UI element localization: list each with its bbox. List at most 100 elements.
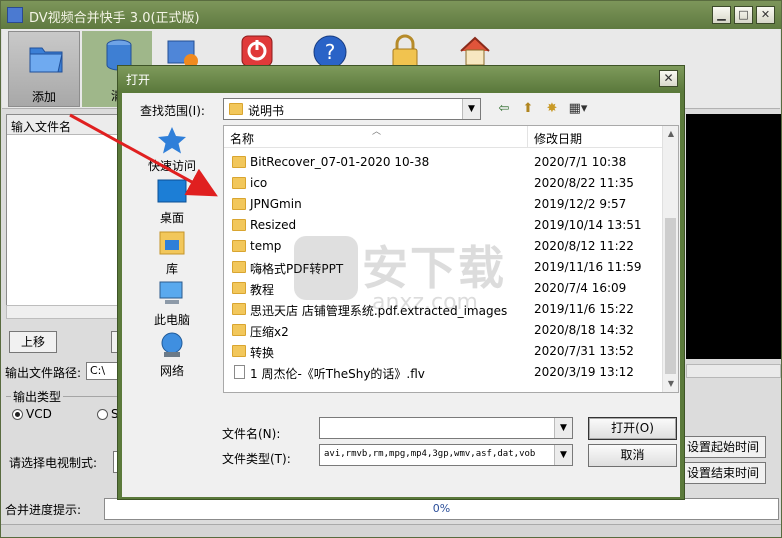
file-row[interactable]: BitRecover_07-01-2020 10-38 2020/7/1 10:3… [224, 152, 664, 173]
file-icon [234, 365, 245, 379]
file-name: 教程 [250, 283, 275, 297]
folder-icon [232, 261, 246, 273]
chevron-down-icon[interactable]: ▼ [554, 418, 572, 438]
file-date: 2019/11/16 11:59 [534, 260, 642, 274]
chevron-down-icon[interactable]: ▼ [462, 99, 480, 119]
file-date: 2020/8/18 14:32 [534, 323, 634, 337]
tv-system-label: 请选择电视制式: [9, 456, 98, 470]
file-name-input[interactable]: ▼ [319, 417, 573, 439]
chevron-down-icon[interactable]: ▼ [554, 445, 572, 465]
open-dialog: 打开 ✕ 查找范围(I): 说明书 ▼ ⇦ ⬆ ✸ ▦▾ 快速访问 桌面 库 此… [117, 65, 685, 500]
folder-icon [232, 282, 246, 294]
add-button-label: 添加 [31, 90, 56, 104]
lock-icon[interactable] [388, 33, 422, 69]
app-title: DV视频合并快手 3.0(正式版) [29, 11, 200, 26]
file-row[interactable]: 教程 2020/7/4 16:09 [224, 278, 664, 299]
maximize-button[interactable]: □ [734, 6, 753, 24]
close-button[interactable]: ✕ [756, 6, 775, 24]
column-date-header[interactable]: 修改日期 [534, 130, 582, 147]
add-button[interactable]: 添加 [8, 31, 80, 107]
dialog-body: 查找范围(I): 说明书 ▼ ⇦ ⬆ ✸ ▦▾ 快速访问 桌面 库 此电脑 网络… [122, 93, 680, 497]
new-folder-icon[interactable]: ✸ [544, 101, 560, 117]
dialog-titlebar[interactable]: 打开 ✕ [118, 66, 684, 91]
star-icon [158, 127, 186, 154]
main-titlebar[interactable]: DV视频合并快手 3.0(正式版) ▁ □ ✕ [1, 1, 781, 29]
folder-icon [232, 345, 246, 357]
power-icon[interactable] [240, 34, 274, 68]
vcd-radio[interactable] [12, 409, 23, 420]
input-file-column-header[interactable]: 输入文件名 [7, 115, 123, 135]
file-row[interactable]: 思迅天店 店铺管理系统.pdf.extracted_images 2019/11/… [224, 299, 664, 320]
set-end-time-button[interactable]: 设置结束时间 [684, 462, 766, 484]
place-library[interactable]: 库 [140, 226, 204, 276]
file-name: 转换 [250, 346, 275, 360]
back-icon[interactable]: ⇦ [496, 101, 512, 117]
file-name: JPNGmin [250, 197, 302, 211]
app-icon [7, 7, 23, 23]
output-type-label: 输出类型 [11, 388, 64, 405]
folder-icon [232, 303, 246, 315]
file-name-label: 文件名(N): [222, 427, 281, 441]
list-scrollbar[interactable]: ▲ ▼ [662, 126, 678, 392]
place-label: 此电脑 [153, 313, 190, 327]
file-date: 2020/7/1 10:38 [534, 155, 627, 169]
set-start-time-button[interactable]: 设置起始时间 [684, 436, 766, 458]
place-network[interactable]: 网络 [140, 328, 204, 378]
file-name: 嗨格式PDF转PPT [250, 262, 344, 276]
scrollbar-thumb[interactable] [665, 218, 676, 374]
view-menu-icon[interactable]: ▦▾ [565, 101, 591, 117]
home-icon[interactable] [457, 33, 493, 69]
progress-label: 合并进度提示: [5, 503, 82, 517]
scroll-up-icon[interactable]: ▲ [663, 126, 679, 142]
place-desktop[interactable]: 桌面 [140, 175, 204, 225]
output-path-label: 输出文件路径: [5, 366, 82, 380]
file-row[interactable]: Resized 2019/10/14 13:51 [224, 215, 664, 236]
place-label: 快速访问 [147, 159, 196, 173]
file-name: 1 周杰伦-《听TheShy的话》.flv [250, 367, 425, 381]
place-label: 库 [165, 262, 178, 276]
up-folder-icon[interactable]: ⬆ [520, 101, 536, 117]
move-up-button[interactable]: 上移 [9, 331, 57, 353]
place-label: 桌面 [159, 211, 184, 225]
file-row[interactable]: temp 2020/8/12 11:22 [224, 236, 664, 257]
file-date: 2020/7/31 13:52 [534, 344, 634, 358]
folder-icon [232, 156, 246, 168]
file-row[interactable]: 转换 2020/7/31 13:52 [224, 341, 664, 362]
file-row[interactable]: 压缩x2 2020/8/18 14:32 [224, 320, 664, 341]
file-row[interactable]: JPNGmin 2019/12/2 9:57 [224, 194, 664, 215]
scroll-down-icon[interactable]: ▼ [663, 376, 679, 392]
file-name: 压缩x2 [250, 325, 289, 339]
places-bar: 快速访问 桌面 库 此电脑 网络 [140, 123, 204, 413]
file-date: 2020/3/19 13:12 [534, 365, 634, 379]
place-quick-access[interactable]: 快速访问 [140, 123, 204, 173]
file-list-scrollbar[interactable] [6, 305, 124, 319]
column-separator[interactable] [527, 126, 528, 148]
open-button[interactable]: 打开(O) [588, 417, 677, 440]
input-file-list[interactable]: 输入文件名 [6, 114, 124, 319]
minimize-button[interactable]: ▁ [712, 6, 731, 24]
dialog-close-button[interactable]: ✕ [659, 70, 678, 87]
look-in-combo[interactable]: 说明书 ▼ [223, 98, 481, 120]
place-this-pc[interactable]: 此电脑 [140, 277, 204, 327]
file-date: 2020/7/4 16:09 [534, 281, 627, 295]
look-in-label: 查找范围(I): [140, 104, 205, 118]
file-row[interactable]: 1 周杰伦-《听TheShy的话》.flv 2020/3/19 13:12 [224, 362, 664, 383]
file-name: Resized [250, 218, 297, 232]
vcd-radio-label: VCD [26, 407, 52, 421]
folder-icon [232, 219, 246, 231]
preview-slider[interactable] [686, 364, 781, 378]
file-date: 2020/8/22 11:35 [534, 176, 634, 190]
column-name-header[interactable]: 名称 [230, 130, 254, 147]
svg-text:?: ? [325, 40, 336, 64]
sort-ascending-icon: ︿ [372, 127, 382, 137]
file-name: BitRecover_07-01-2020 10-38 [250, 155, 430, 169]
cancel-button[interactable]: 取消 [588, 444, 677, 467]
svcd-radio[interactable] [97, 409, 108, 420]
library-icon [159, 231, 185, 255]
file-row[interactable]: ico 2020/8/22 11:35 [224, 173, 664, 194]
network-icon [161, 332, 183, 357]
file-row[interactable]: 嗨格式PDF转PPT 2019/11/16 11:59 [224, 257, 664, 278]
file-type-select[interactable]: avi,rmvb,rm,mpg,mp4,3gp,wmv,asf,dat,vob … [319, 444, 573, 466]
file-list-view[interactable]: ︿ 名称 修改日期 BitRecover_07-01-2020 10-38 202… [223, 125, 679, 393]
file-type-label: 文件类型(T): [222, 452, 291, 466]
